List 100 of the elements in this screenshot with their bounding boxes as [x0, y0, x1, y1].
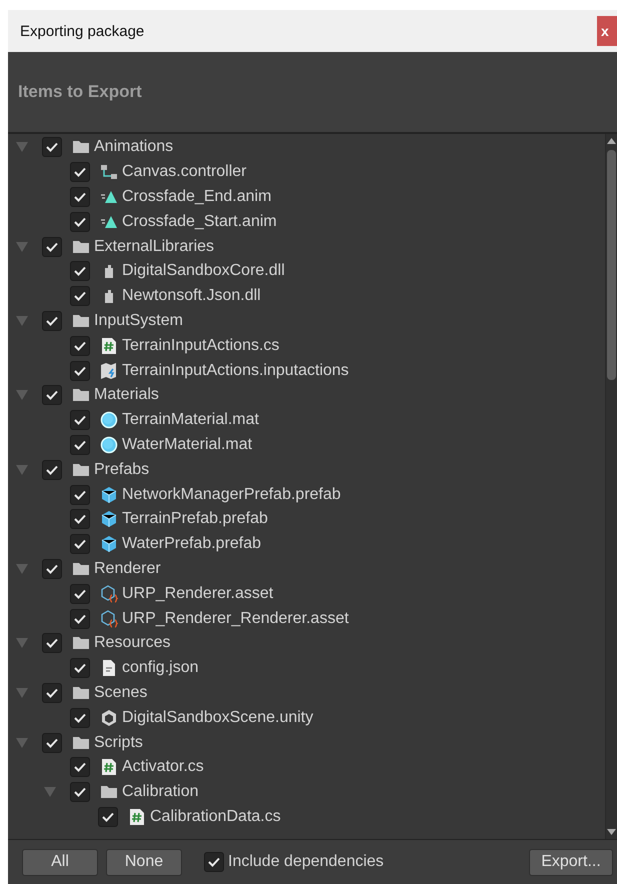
checkmark-icon	[208, 857, 220, 867]
tree-item-label[interactable]: Newtonsoft.Json.dll	[122, 287, 261, 306]
cube-icon	[100, 510, 118, 528]
checkbox[interactable]	[42, 236, 62, 257]
tree-item-label[interactable]: DigitalSandboxScene.unity	[122, 708, 314, 727]
tree-item-label[interactable]: Prefabs	[94, 460, 150, 479]
checkmark-icon	[46, 464, 58, 475]
checkmark-icon	[74, 663, 86, 674]
tree-item-label[interactable]: TerrainMaterial.mat	[122, 411, 259, 430]
checkbox[interactable]	[70, 410, 90, 430]
checkbox[interactable]	[70, 584, 90, 604]
checkbox[interactable]	[42, 137, 62, 158]
checkmark-icon	[74, 539, 86, 550]
checkbox-label[interactable]: Include dependencies	[228, 853, 384, 871]
checkbox[interactable]	[70, 286, 90, 306]
checkbox[interactable]	[70, 608, 90, 629]
tree-item-label[interactable]: config.json	[122, 659, 198, 678]
export-button[interactable]: Export...	[529, 848, 613, 876]
tree-item-label[interactable]: Crossfade_Start.anim	[122, 212, 277, 231]
window-title: Exporting package	[19, 22, 144, 40]
scroll-up-icon[interactable]	[607, 138, 616, 144]
tree-item-label[interactable]: CalibrationData.cs	[150, 808, 281, 826]
checkmark-icon	[74, 340, 86, 351]
tree-item-label[interactable]: InputSystem	[94, 312, 183, 330]
checkbox[interactable]	[42, 310, 62, 331]
tree-item-label[interactable]: Crossfade_End.anim	[122, 188, 272, 206]
checkmark-icon	[74, 588, 86, 599]
tree-item-label[interactable]: URP_Renderer_Renderer.asset	[122, 610, 349, 628]
checkmark-icon	[74, 614, 86, 624]
checkbox[interactable]	[70, 162, 90, 182]
checkmark-icon	[46, 316, 58, 326]
tree-item-label[interactable]: Activator.cs	[122, 758, 204, 776]
checkmark-icon	[74, 266, 86, 276]
checkbox[interactable]	[70, 757, 90, 778]
checkmark-icon	[46, 688, 58, 698]
tree-item-label[interactable]: ExternalLibraries	[94, 238, 214, 256]
checkmark-icon	[46, 390, 58, 400]
script-icon	[128, 808, 146, 826]
checkmark-icon	[46, 738, 58, 748]
close-button[interactable]: x	[597, 16, 617, 46]
checkbox[interactable]	[42, 732, 62, 753]
checkbox[interactable]	[70, 434, 90, 455]
checkmark-icon	[46, 564, 58, 574]
sphere-icon	[100, 436, 118, 454]
checkbox[interactable]	[70, 360, 90, 381]
tree-item-label[interactable]: Renderer	[94, 560, 161, 578]
checkmark-icon	[46, 142, 58, 152]
tree-item-label[interactable]: WaterMaterial.mat	[122, 436, 252, 454]
checkmark-icon	[74, 216, 86, 227]
tree-item-label[interactable]: DigitalSandboxCore.dll	[122, 262, 285, 280]
checkbox[interactable]	[42, 460, 62, 480]
sphere-icon	[100, 411, 118, 430]
map-icon	[100, 362, 118, 380]
checkbox[interactable]	[70, 509, 90, 530]
none-button[interactable]: None	[106, 848, 182, 876]
checkmark-icon	[74, 762, 86, 772]
script-icon	[100, 336, 118, 355]
tree-item-label[interactable]: TerrainInputActions.inputactions	[122, 362, 349, 380]
cube-braces-icon	[100, 584, 118, 603]
checkbox[interactable]	[70, 658, 90, 678]
checkbox[interactable]	[70, 186, 90, 207]
tree-item-label[interactable]: URP_Renderer.asset	[122, 584, 274, 603]
checkmark-icon	[74, 415, 86, 426]
checkbox[interactable]	[42, 385, 62, 406]
section-title: Items to Export	[17, 82, 142, 102]
checkbox[interactable]	[70, 782, 90, 802]
tree-item-label[interactable]: NetworkManagerPrefab.prefab	[122, 486, 341, 504]
checkbox[interactable]	[70, 212, 90, 232]
checkmark-icon	[74, 490, 86, 500]
cube-icon	[100, 535, 118, 554]
tree-item-label[interactable]: Calibration	[122, 783, 198, 802]
node-graph-icon	[100, 163, 118, 182]
cube-icon	[100, 486, 118, 504]
scroll-thumb[interactable]	[607, 150, 616, 380]
tree-item-label[interactable]: Animations	[94, 138, 174, 156]
tree-item-label[interactable]: Scripts	[94, 734, 143, 752]
checkbox[interactable]	[42, 633, 62, 654]
script-icon	[100, 758, 118, 776]
checkmark-icon	[74, 712, 86, 723]
checkbox[interactable]	[70, 336, 90, 356]
all-button[interactable]: All	[22, 848, 98, 876]
checkbox[interactable]	[70, 261, 90, 282]
checkbox[interactable]	[70, 484, 90, 505]
checkbox[interactable]	[98, 806, 118, 827]
tree-item-label[interactable]: Materials	[94, 386, 159, 404]
checkbox[interactable]	[42, 682, 62, 703]
scroll-down-icon[interactable]	[607, 829, 616, 835]
checkmark-icon	[46, 242, 58, 252]
tree-item-label[interactable]: Canvas.controller	[122, 163, 246, 182]
tree-item-label[interactable]: TerrainPrefab.prefab	[122, 510, 268, 528]
document-icon	[100, 659, 118, 678]
tree-item-label[interactable]: WaterPrefab.prefab	[122, 535, 262, 554]
tree-item-label[interactable]: TerrainInputActions.cs	[122, 336, 280, 355]
checkbox[interactable]	[42, 558, 62, 579]
checkbox[interactable]	[70, 708, 90, 728]
scrollbar[interactable]	[605, 134, 617, 839]
checkbox[interactable]	[70, 534, 90, 554]
tree-item-label[interactable]: Scenes	[94, 684, 148, 702]
checkbox[interactable]	[204, 852, 224, 872]
tree-item-label[interactable]: Resources	[94, 634, 170, 652]
